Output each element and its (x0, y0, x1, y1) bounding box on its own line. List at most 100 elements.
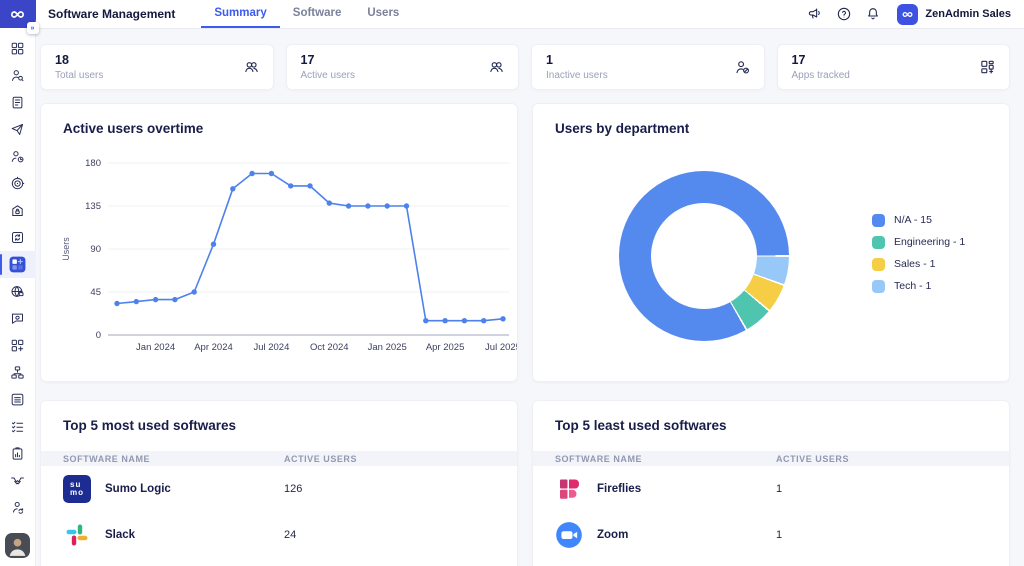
svg-text:Jan 2024: Jan 2024 (136, 342, 175, 353)
legend-label: Sales - 1 (894, 258, 935, 270)
table-row-slack[interactable]: Slack24 (41, 512, 517, 558)
user-clock-icon (10, 149, 25, 164)
most-used-rows: sumoSumo Logic126Slack24 (41, 466, 517, 558)
software-management-dashboard: Software Management Summary Software Use… (0, 0, 1024, 566)
sidebar-item-target[interactable] (0, 170, 36, 197)
sidebar-item-document[interactable] (0, 89, 36, 116)
user-refresh-icon (10, 500, 25, 515)
list-box-icon (10, 392, 25, 407)
handshake-icon (10, 473, 25, 488)
tab-software[interactable]: Software (280, 0, 355, 28)
announcement-icon[interactable] (807, 6, 823, 22)
donut-hole (651, 203, 757, 309)
svg-text:135: 135 (85, 201, 101, 212)
software-name: Zoom (597, 529, 628, 541)
sidebar-item-clipboard-chart[interactable] (0, 440, 36, 467)
active-users-chart-card: Active users overtime 04590135180Jan 202… (40, 103, 518, 382)
table-row-sumo-logic[interactable]: sumoSumo Logic126 (41, 466, 517, 512)
sidebar-item-building-lock[interactable] (0, 197, 36, 224)
notifications-bell-icon[interactable] (865, 6, 881, 22)
sidebar-item-list-box[interactable] (0, 386, 36, 413)
active-users-count: 126 (284, 483, 302, 495)
checklist-icon (10, 419, 25, 434)
sidebar-item-user-search[interactable] (0, 62, 36, 89)
slack-logo-icon (63, 521, 91, 549)
sidebar-item-box-sync[interactable] (0, 224, 36, 251)
sidebar-item-chat-sync[interactable] (0, 305, 36, 332)
users-duo-icon (488, 59, 505, 76)
least-used-rows: Fireflies1Zoom1 (533, 466, 1009, 558)
sidebar-item-app-tiles[interactable] (0, 251, 36, 278)
stats-row: 18 Total users 17 Active users 1 Inactiv… (40, 44, 1010, 90)
user-avatar[interactable] (5, 533, 30, 558)
legend-swatch (872, 236, 885, 249)
sidebar-expand-button[interactable]: » (27, 22, 39, 34)
sidebar-item-apps-add[interactable] (0, 332, 36, 359)
software-cell: Zoom (533, 521, 776, 549)
workspace-switcher[interactable]: ZenAdmin Sales (897, 4, 1011, 25)
tab-users[interactable]: Users (354, 0, 412, 28)
tab-summary[interactable]: Summary (201, 0, 279, 28)
table-row-zoom[interactable]: Zoom1 (533, 512, 1009, 558)
svg-text:Apr 2025: Apr 2025 (426, 342, 465, 353)
software-cell: Slack (41, 521, 284, 549)
sidebar-item-globe-lock[interactable] (0, 278, 36, 305)
document-icon (10, 95, 25, 110)
software-name: Slack (105, 529, 135, 541)
svg-text:Jul 2024: Jul 2024 (253, 342, 289, 353)
table-row-fireflies[interactable]: Fireflies1 (533, 466, 1009, 512)
stat-card-active-users: 17 Active users (286, 44, 520, 90)
main-content: 18 Total users 17 Active users 1 Inactiv… (36, 29, 1024, 566)
apps-add-icon (10, 338, 25, 353)
software-cell: Fireflies (533, 475, 776, 503)
app-tiles-icon (8, 255, 27, 274)
page-title: Software Management (48, 7, 175, 21)
user-search-icon (10, 68, 25, 83)
column-active-users: ACTIVE USERS (284, 454, 357, 464)
users-duo-icon (243, 59, 260, 76)
zenadmin-logo-icon (897, 4, 918, 25)
help-icon[interactable] (836, 6, 852, 22)
legend-item-engineering[interactable]: Engineering - 1 (872, 235, 965, 249)
charts-row: Active users overtime 04590135180Jan 202… (40, 103, 1010, 382)
workspace-name: ZenAdmin Sales (925, 8, 1011, 20)
apps-tracked-label: Apps tracked (792, 70, 996, 81)
app-logo[interactable]: » (0, 0, 36, 28)
sidebar: » (0, 0, 36, 566)
total-users-label: Total users (55, 70, 259, 81)
tab-bar: Summary Software Users (201, 0, 412, 28)
sidebar-item-user-clock[interactable] (0, 143, 36, 170)
sidebar-item-user-refresh[interactable] (0, 494, 36, 521)
inactive-users-value: 1 (546, 53, 750, 67)
stat-card-apps-tracked: 17 Apps tracked (777, 44, 1011, 90)
svg-text:Users: Users (61, 237, 71, 261)
least-used-table-card: Top 5 least used softwares SOFTWARE NAME… (532, 400, 1010, 566)
box-sync-icon (10, 230, 25, 245)
sidebar-item-dashboard-grid[interactable] (0, 35, 36, 62)
svg-text:90: 90 (90, 244, 101, 255)
infinity-logo-icon (9, 6, 26, 23)
sidebar-item-handshake[interactable] (0, 467, 36, 494)
most-used-table-card: Top 5 most used softwares SOFTWARE NAME … (40, 400, 518, 566)
legend-label: Tech - 1 (894, 280, 931, 292)
svg-text:Jan 2025: Jan 2025 (368, 342, 407, 353)
donut-chart-title: Users by department (533, 104, 1009, 137)
user-inactive-icon (734, 59, 751, 76)
legend-item-n-a[interactable]: N/A - 15 (872, 213, 965, 227)
legend-item-tech[interactable]: Tech - 1 (872, 279, 965, 293)
apps-tracked-icon (979, 59, 996, 76)
sidebar-item-checklist[interactable] (0, 413, 36, 440)
legend-swatch (872, 258, 885, 271)
zoom-logo-icon (555, 521, 583, 549)
legend-swatch (872, 214, 885, 227)
total-users-value: 18 (55, 53, 259, 67)
sidebar-item-send[interactable] (0, 116, 36, 143)
legend-swatch (872, 280, 885, 293)
stat-card-inactive-users: 1 Inactive users (531, 44, 765, 90)
column-software-name: SOFTWARE NAME (533, 454, 776, 464)
legend-item-sales[interactable]: Sales - 1 (872, 257, 965, 271)
svg-text:45: 45 (90, 287, 101, 298)
users-by-department-card: Users by department N/A - 15 Engineering … (532, 103, 1010, 382)
legend-label: Engineering - 1 (894, 236, 965, 248)
sidebar-item-org-chart[interactable] (0, 359, 36, 386)
